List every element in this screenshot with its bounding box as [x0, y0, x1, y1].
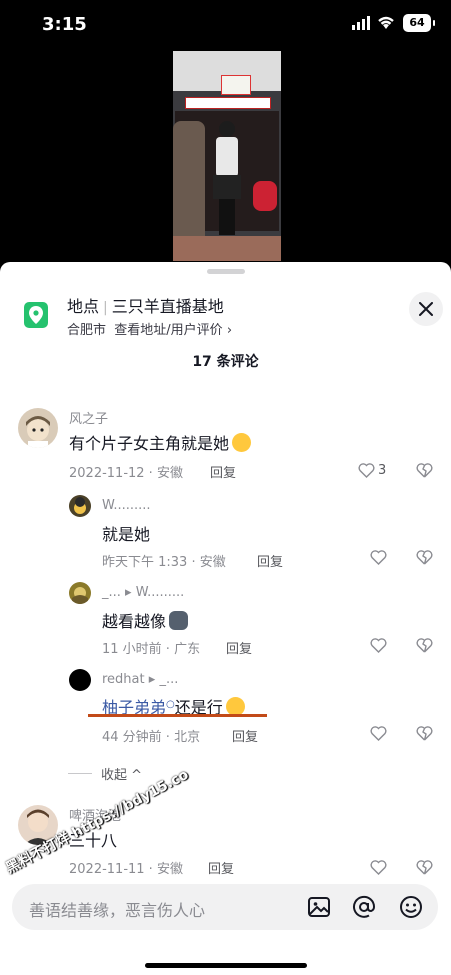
comment-meta: 44 分钟前 · 北京 [102, 730, 201, 745]
highlight-underline [88, 714, 267, 717]
battery-indicator: 64 [403, 14, 435, 32]
status-bar: 3:15 64 [0, 0, 451, 48]
broken-heart-icon[interactable] [416, 638, 433, 653]
comments-sheet: 地点 | 三只羊直播基地 合肥市 查看地址/用户评价 › 17 条评论 风之子 有个… [0, 262, 451, 975]
location-label: 地点 [67, 297, 100, 316]
avatar[interactable] [69, 582, 91, 604]
heart-icon[interactable] [370, 726, 387, 741]
comment-text: 有个片子女主角就是她 [69, 430, 252, 454]
heart-icon[interactable] [370, 860, 387, 875]
emoji-icon[interactable] [399, 895, 423, 919]
wifi-icon [378, 16, 394, 29]
chevron-right-icon: › [226, 323, 233, 338]
heart-icon[interactable] [358, 463, 375, 478]
laughing-crying-emoji-icon [232, 433, 252, 452]
location-name: 三只羊直播基地 [111, 297, 224, 316]
location-city: 合肥市 [67, 323, 107, 338]
broken-heart-icon[interactable] [416, 726, 433, 741]
reply-button[interactable]: 回复 [210, 462, 236, 481]
close-icon [419, 302, 433, 316]
comment-input-placeholder[interactable]: 善语结善缘，恶言伤人心 [29, 897, 205, 921]
comment-meta: 2022-11-11 · 安徽 [69, 862, 183, 877]
comment-input-bar[interactable]: 善语结善缘，恶言伤人心 [12, 884, 438, 930]
location-title[interactable]: 地点 | 三只羊直播基地 [67, 293, 224, 317]
broken-heart-icon[interactable] [416, 860, 433, 875]
comment-username[interactable]: W......... [102, 498, 151, 513]
reply-button[interactable]: 回复 [208, 858, 234, 877]
home-indicator[interactable] [145, 963, 307, 968]
broken-heart-icon[interactable] [416, 550, 433, 565]
like-count: 3 [378, 463, 387, 478]
image-icon[interactable] [307, 895, 331, 919]
location-pin-icon [24, 302, 48, 328]
reply-button[interactable]: 回复 [257, 551, 283, 570]
location-action: 查看地址/用户评价 [114, 323, 223, 338]
comment-meta: 2022-11-12 · 安徽 [69, 466, 183, 481]
comment-username[interactable]: 风之子 [69, 408, 108, 427]
cellular-signal-icon [352, 16, 370, 30]
search-icon: ○ [166, 699, 175, 710]
collapse-replies-button[interactable]: 收起 ^ [101, 764, 142, 783]
sheet-grabber[interactable] [207, 269, 245, 274]
comment-text: 就是她 [102, 525, 151, 544]
comment-meta: 昨天下午 1:33 · 安徽 [102, 555, 226, 570]
avatar[interactable] [69, 669, 91, 691]
avatar[interactable] [69, 495, 91, 517]
mention-icon[interactable] [352, 895, 376, 919]
reply-button[interactable]: 回复 [226, 638, 252, 657]
comment-text: 越看越像 [102, 608, 189, 632]
location-subtitle[interactable]: 合肥市 查看地址/用户评价 › [67, 319, 232, 338]
video-preview[interactable] [173, 51, 281, 261]
broken-heart-icon[interactable] [416, 463, 433, 478]
comments-count: 17 条评论 [192, 354, 259, 370]
comment-username[interactable]: _... ▸ W......... [102, 585, 184, 600]
comment-meta: 11 小时前 · 广东 [102, 642, 201, 657]
comment-username[interactable]: redhat ▸ _... [102, 672, 178, 687]
chevron-up-icon: ^ [131, 768, 143, 783]
reply-arrow-icon: ▸ [125, 585, 132, 600]
cat-emoji-icon [169, 611, 189, 630]
reply-button[interactable]: 回复 [232, 726, 258, 745]
status-time: 3:15 [42, 14, 87, 35]
heart-icon[interactable] [370, 638, 387, 653]
close-button[interactable] [409, 292, 443, 326]
heart-icon[interactable] [370, 550, 387, 565]
avatar[interactable] [18, 408, 58, 448]
collapse-divider [68, 773, 92, 774]
reply-arrow-icon: ▸ [148, 672, 156, 687]
